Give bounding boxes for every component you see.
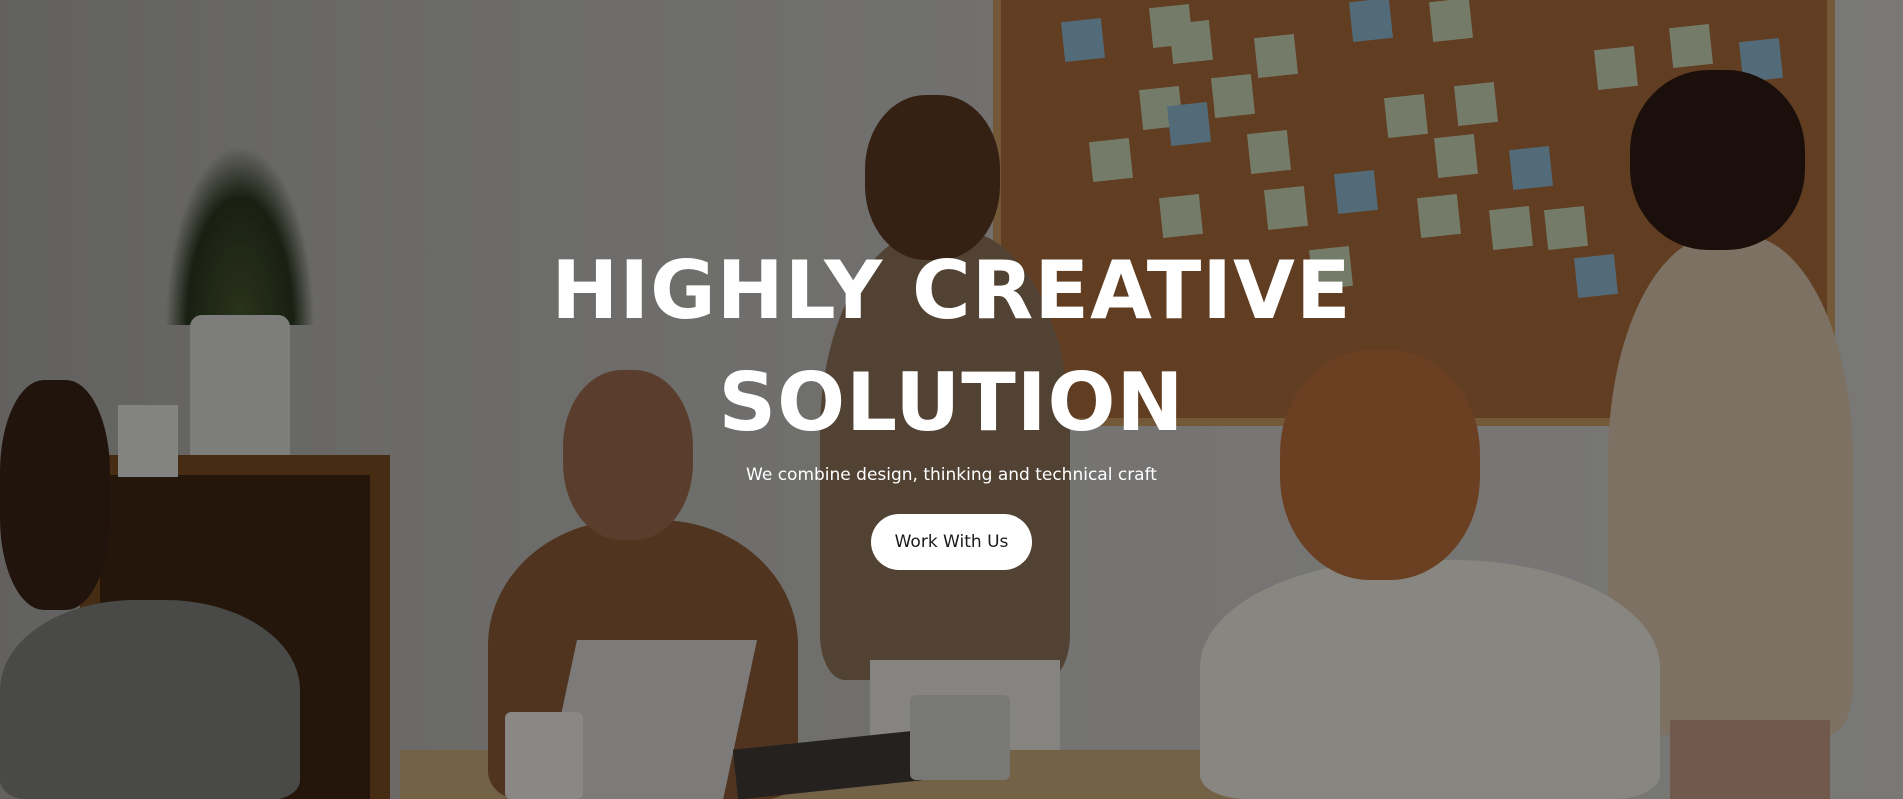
hero-section: HIGHLY CREATIVE SOLUTION We combine desi…	[0, 0, 1903, 799]
work-with-us-button[interactable]: Work With Us	[871, 514, 1032, 570]
hero-content: HIGHLY CREATIVE SOLUTION We combine desi…	[0, 0, 1903, 799]
hero-title-line: HIGHLY CREATIVE	[551, 244, 1352, 337]
hero-title: HIGHLY CREATIVE SOLUTION	[0, 235, 1903, 459]
hero-subtitle: We combine design, thinking and technica…	[746, 465, 1157, 485]
hero-title-line: SOLUTION	[718, 356, 1185, 449]
